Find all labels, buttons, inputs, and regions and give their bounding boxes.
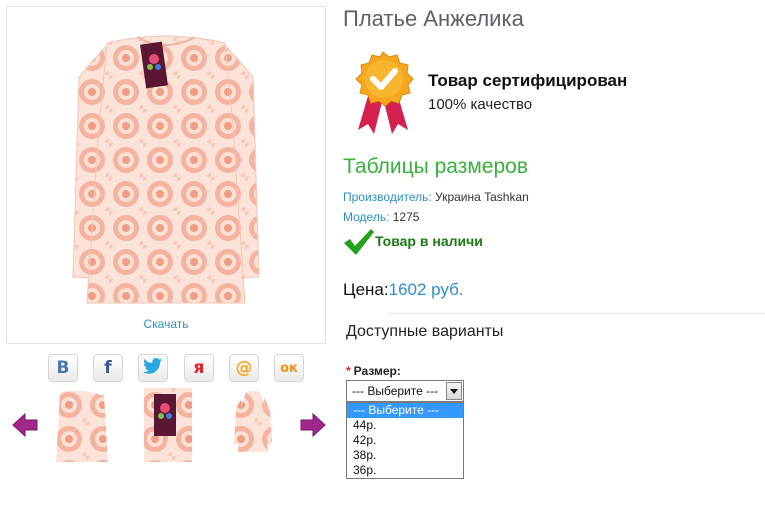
dress-image bbox=[72, 35, 260, 304]
manufacturer-label[interactable]: Производитель: bbox=[343, 190, 432, 204]
price-label: Цена: bbox=[343, 280, 389, 299]
size-dropdown-list: --- Выберите --- 44р. 42р. 38р. 36р. bbox=[346, 402, 464, 479]
share-vk-button[interactable]: В bbox=[48, 354, 78, 382]
certified-subtitle: 100% качество bbox=[428, 96, 533, 113]
model-row: Модель: 1275 bbox=[343, 210, 419, 224]
size-label-text: Размер: bbox=[353, 364, 401, 378]
model-value: 1275 bbox=[392, 210, 420, 224]
thumbnail-2[interactable] bbox=[138, 388, 196, 462]
size-option[interactable]: 42р. bbox=[347, 433, 463, 448]
facebook-icon: f bbox=[104, 358, 112, 378]
size-tables-link[interactable]: Таблицы размеров bbox=[343, 155, 528, 179]
size-label: * Размер: bbox=[346, 364, 401, 378]
size-option[interactable]: --- Выберите --- bbox=[347, 403, 463, 418]
next-arrow-icon[interactable] bbox=[300, 412, 326, 438]
share-yaru-button[interactable]: я bbox=[184, 354, 214, 382]
size-option[interactable]: 38р. bbox=[347, 448, 463, 463]
size-select[interactable]: --- Выберите --- bbox=[346, 380, 464, 402]
price-row: Цена:1602 руб. bbox=[343, 280, 464, 300]
size-option[interactable]: 44р. bbox=[347, 418, 463, 433]
size-option[interactable]: 36р. bbox=[347, 463, 463, 478]
stock-status: Товар в наличи bbox=[375, 233, 483, 249]
certified-badge-icon bbox=[350, 50, 416, 136]
share-mailru-button[interactable]: @ bbox=[229, 354, 259, 382]
yaru-icon: я bbox=[193, 358, 205, 378]
model-label: Модель: bbox=[343, 210, 390, 224]
variants-heading: Доступные варианты bbox=[346, 323, 504, 340]
twitter-icon bbox=[143, 357, 163, 380]
main-product-image[interactable]: Скачать bbox=[6, 6, 326, 344]
checkmark-icon bbox=[343, 228, 375, 256]
divider bbox=[390, 313, 765, 314]
chevron-down-icon[interactable] bbox=[446, 382, 462, 400]
product-title: Платье Анжелика bbox=[343, 6, 524, 31]
manufacturer-row: Производитель: Украина Tashkan bbox=[343, 190, 529, 204]
size-select-value: --- Выберите --- bbox=[352, 384, 439, 398]
odnoklassniki-icon: ок bbox=[280, 360, 298, 376]
thumbnail-1[interactable] bbox=[52, 388, 110, 462]
vk-icon: В bbox=[56, 358, 70, 378]
price-value: 1602 руб. bbox=[388, 280, 464, 299]
thumbnail-3[interactable] bbox=[224, 388, 282, 462]
manufacturer-value: Украина Tashkan bbox=[435, 190, 529, 204]
mailru-icon: @ bbox=[235, 358, 253, 378]
prev-arrow-icon[interactable] bbox=[12, 412, 38, 438]
thumbnail-carousel bbox=[12, 384, 328, 464]
share-odnoklassniki-button[interactable]: ок bbox=[274, 354, 304, 382]
certified-title: Товар сертифицирован bbox=[428, 71, 628, 90]
download-link[interactable]: Скачать bbox=[7, 317, 325, 331]
share-twitter-button[interactable] bbox=[138, 354, 168, 382]
required-mark: * bbox=[346, 364, 351, 378]
share-facebook-button[interactable]: f bbox=[93, 354, 123, 382]
